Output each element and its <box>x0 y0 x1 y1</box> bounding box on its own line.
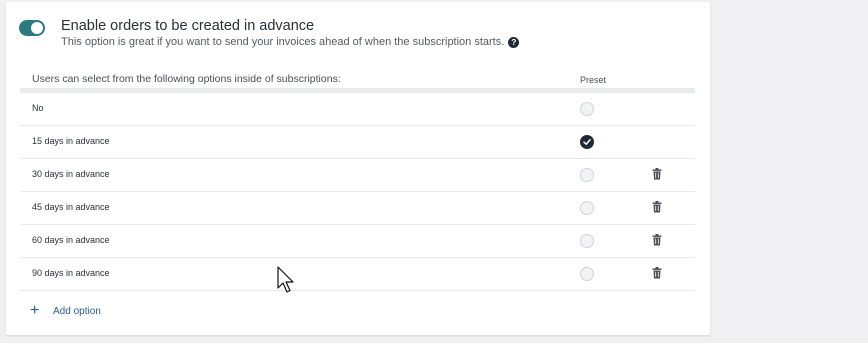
option-label: No <box>32 103 44 113</box>
add-option-label: Add option <box>53 305 101 317</box>
subtitle-text: This option is great if you want to send… <box>61 36 505 48</box>
mouse-pointer-icon <box>277 266 294 293</box>
trash-icon[interactable] <box>652 234 662 246</box>
option-row-60-days: 60 days in advance <box>20 225 695 258</box>
add-option-button[interactable]: + Add option <box>30 302 101 319</box>
option-label: 15 days in advance <box>32 136 110 146</box>
preset-column-label: Preset <box>580 75 607 85</box>
preset-radio[interactable] <box>580 201 594 215</box>
section-title: Enable orders to be created in advance <box>61 18 315 34</box>
trash-icon[interactable] <box>652 201 662 213</box>
options-table-header: Users can select from the following opti… <box>20 70 695 93</box>
option-row-15-days: 15 days in advance <box>20 126 695 159</box>
option-label: 45 days in advance <box>32 202 110 212</box>
option-label: 60 days in advance <box>32 235 110 245</box>
preset-radio-checked[interactable] <box>580 135 594 149</box>
option-label: 30 days in advance <box>32 169 110 179</box>
trash-icon[interactable] <box>652 267 662 279</box>
option-row-45-days: 45 days in advance <box>20 192 695 225</box>
plus-icon: + <box>30 302 40 319</box>
trash-icon[interactable] <box>652 168 662 180</box>
preset-radio[interactable] <box>580 168 594 182</box>
checkmark-icon <box>583 139 591 145</box>
settings-card: Enable orders to be created in advance T… <box>6 2 710 335</box>
preset-radio[interactable] <box>580 267 594 281</box>
options-list: No 15 days in advance 30 days in advance <box>20 93 695 291</box>
enable-advance-orders-toggle[interactable] <box>19 20 45 36</box>
section-subtitle: This option is great if you want to send… <box>61 36 520 48</box>
preset-radio[interactable] <box>580 102 594 116</box>
preset-radio[interactable] <box>580 234 594 248</box>
options-column-label: Users can select from the following opti… <box>32 73 341 85</box>
option-row-90-days: 90 days in advance <box>20 258 695 291</box>
option-row-no: No <box>20 93 695 126</box>
toggle-knob <box>31 22 43 34</box>
option-row-30-days: 30 days in advance <box>20 159 695 192</box>
option-label: 90 days in advance <box>32 268 110 278</box>
question-circle-icon[interactable]: ? <box>508 36 520 48</box>
